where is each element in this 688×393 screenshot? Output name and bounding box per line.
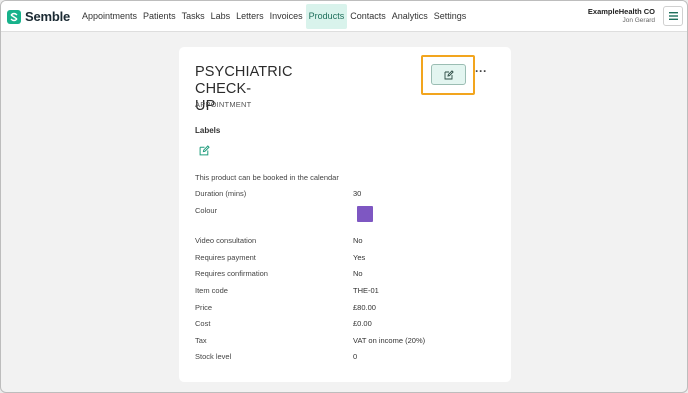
- field-value-cost: £0.00: [353, 319, 372, 328]
- field-label-requires-confirmation: Requires confirmation: [195, 269, 268, 278]
- nav-appointments[interactable]: Appointments: [79, 4, 140, 29]
- field-value-stock-level: 0: [353, 352, 358, 361]
- nav-tasks[interactable]: Tasks: [179, 4, 208, 29]
- pencil-edit-icon: [199, 145, 210, 156]
- nav-letters[interactable]: Letters: [233, 4, 267, 29]
- field-label-cost: Cost: [195, 319, 211, 328]
- field-value-duration: 30: [353, 189, 362, 198]
- semble-logo-icon: [7, 9, 21, 24]
- brand-logo[interactable]: Semble: [7, 9, 70, 24]
- brand-name: Semble: [25, 9, 71, 24]
- nav-labs[interactable]: Labs: [208, 4, 234, 29]
- field-label-video-consultation: Video consultation: [195, 236, 257, 245]
- hamburger-menu-button[interactable]: [663, 6, 683, 26]
- nav-invoices[interactable]: Invoices: [267, 4, 306, 29]
- field-label-duration: Duration (mins): [195, 189, 247, 198]
- bookable-text: This product can be booked in the calend…: [195, 173, 339, 182]
- hamburger-menu-icon: [668, 12, 678, 20]
- app-window: Semble Appointments Patients Tasks Labs …: [0, 0, 688, 393]
- colour-swatch: [357, 206, 373, 222]
- edit-labels-button[interactable]: [199, 143, 211, 156]
- user-name: Jon Gerard: [622, 17, 655, 24]
- field-label-stock-level: Stock level: [195, 352, 232, 361]
- product-detail-card: PSYCHIATRIC CHECK- UP APPOINTMENT ··· La…: [179, 47, 511, 382]
- field-label-tax: Tax: [195, 336, 207, 345]
- field-label-item-code: Item code: [195, 286, 228, 295]
- product-type: APPOINTMENT: [195, 100, 252, 109]
- field-label-requires-payment: Requires payment: [195, 253, 256, 262]
- main-nav: Appointments Patients Tasks Labs Letters…: [77, 4, 469, 29]
- top-navigation-bar: Semble Appointments Patients Tasks Labs …: [1, 1, 687, 32]
- field-value-video-consultation: No: [353, 236, 363, 245]
- field-value-item-code: THE-01: [353, 286, 379, 295]
- field-value-requires-confirmation: No: [353, 269, 363, 278]
- nav-contacts[interactable]: Contacts: [347, 4, 389, 29]
- field-value-price: £80.00: [353, 303, 376, 312]
- labels-heading: Labels: [195, 126, 221, 135]
- field-label-price: Price: [195, 303, 213, 312]
- edit-product-button[interactable]: [431, 64, 466, 85]
- pencil-edit-icon: [444, 69, 454, 79]
- nav-products[interactable]: Products: [305, 4, 348, 29]
- organisation-name: ExampleHealth CO: [587, 7, 655, 16]
- field-label-colour: Colour: [195, 206, 218, 215]
- more-options-icon[interactable]: ···: [475, 65, 487, 77]
- field-value-tax: VAT on income (20%): [353, 336, 426, 345]
- nav-settings[interactable]: Settings: [431, 4, 470, 29]
- nav-analytics[interactable]: Analytics: [389, 4, 431, 29]
- account-switcher[interactable]: ExampleHealth CO Jon Gerard: [588, 7, 655, 26]
- nav-patients[interactable]: Patients: [140, 4, 179, 29]
- product-title-line-1: PSYCHIATRIC CHECK-: [195, 64, 293, 97]
- field-value-requires-payment: Yes: [353, 253, 366, 262]
